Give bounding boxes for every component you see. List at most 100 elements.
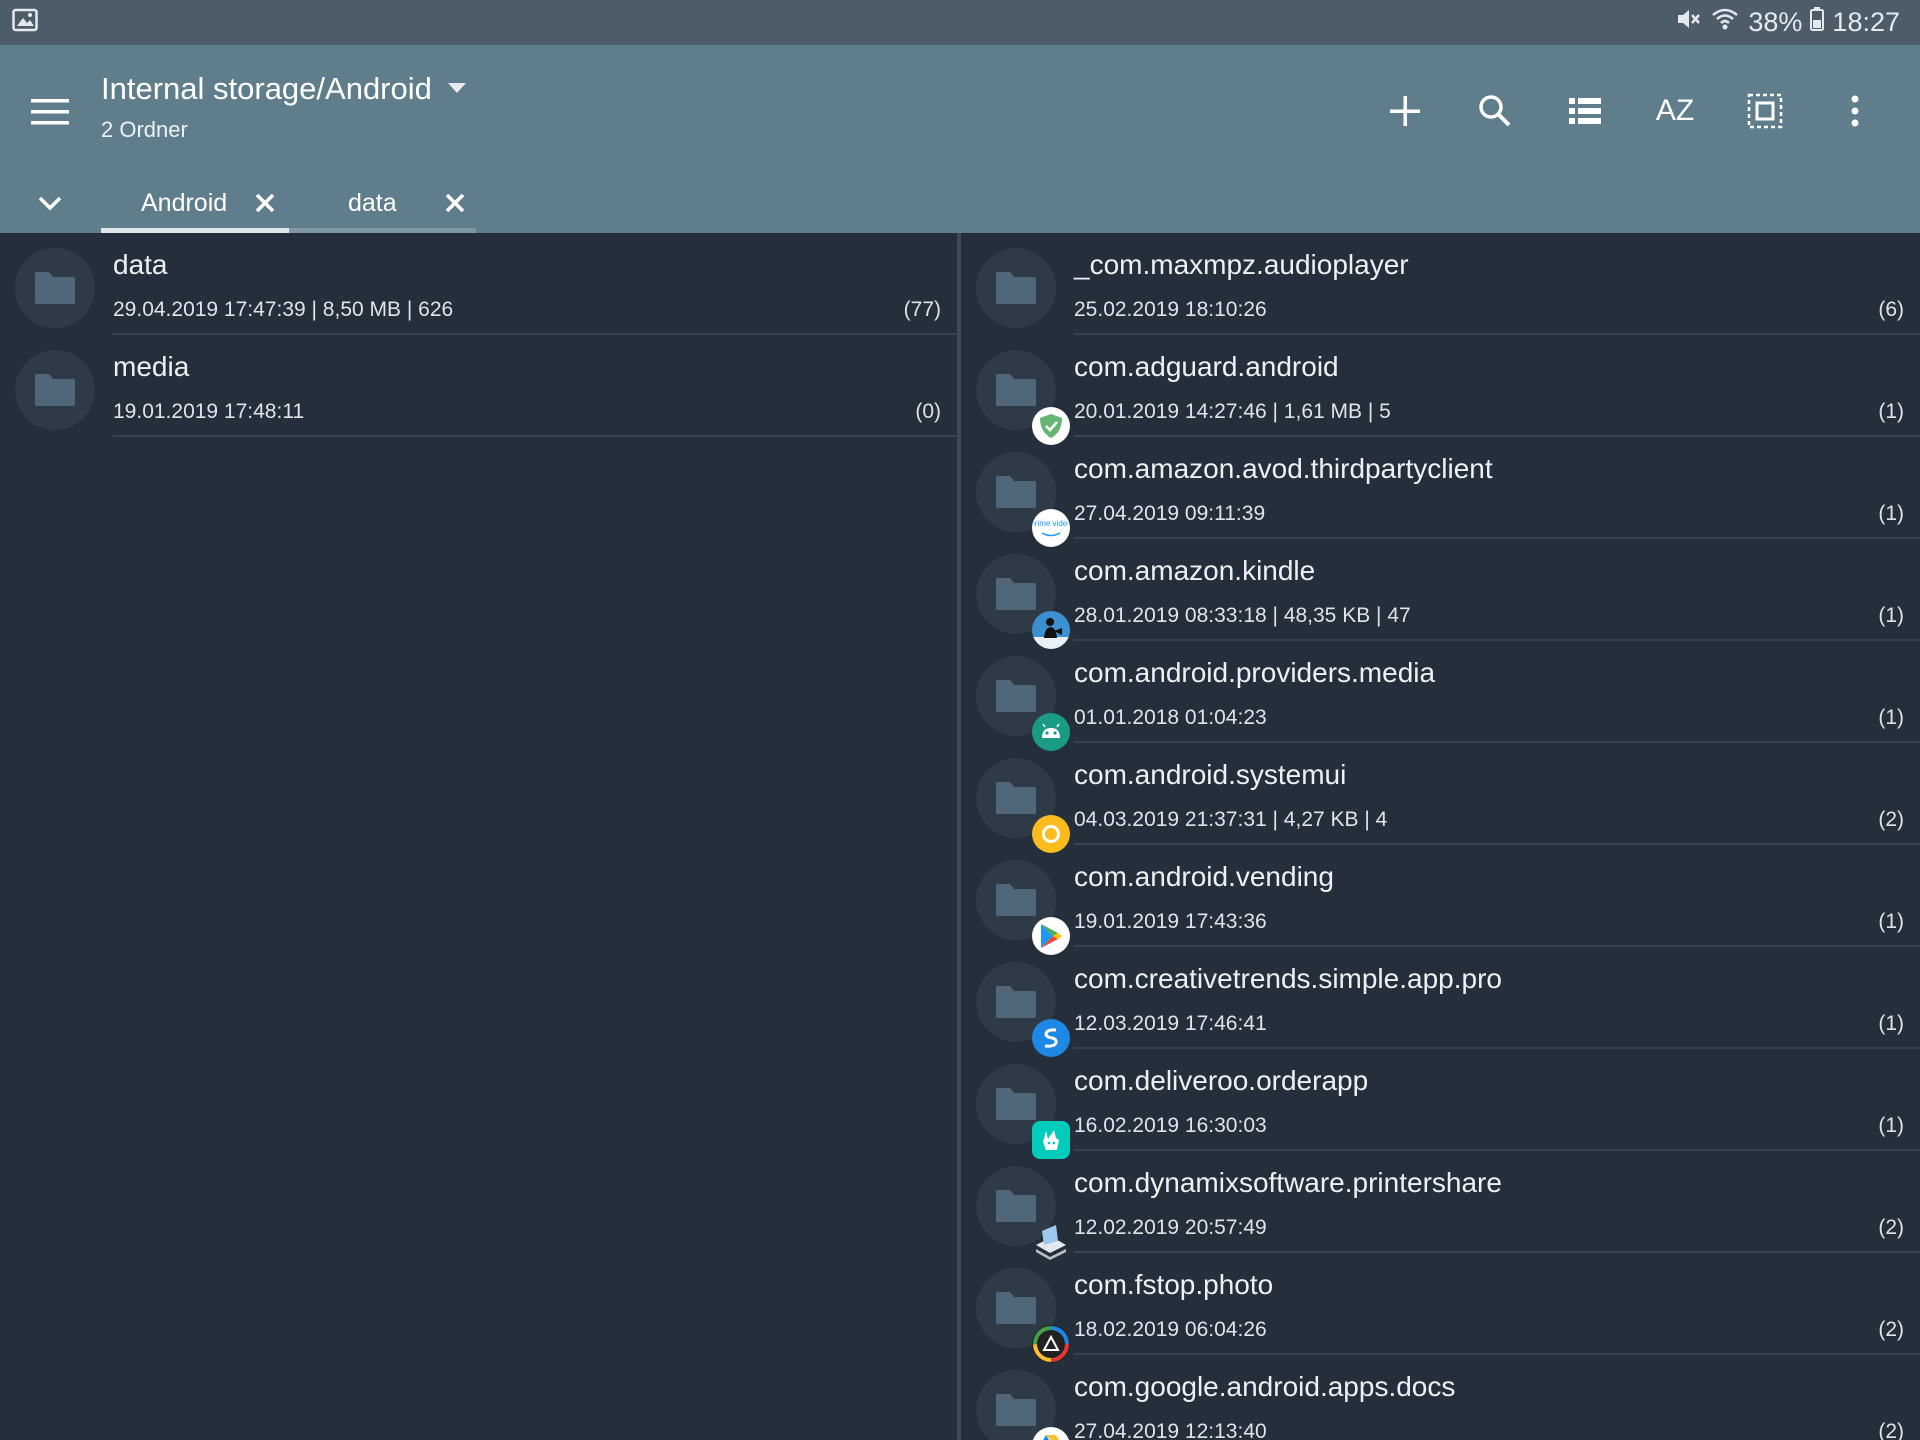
add-button[interactable] xyxy=(1360,81,1450,141)
item-count: (1) xyxy=(1878,1114,1904,1137)
sort-az-label: AZ xyxy=(1655,94,1695,127)
chevron-down-icon[interactable] xyxy=(32,185,68,221)
list-item[interactable]: com.amazon.kindle 28.01.2019 08:33:18 | … xyxy=(961,539,1920,649)
list-item[interactable]: com.dynamixsoftware.printershare 12.02.2… xyxy=(961,1151,1920,1260)
folder-icon[interactable] xyxy=(15,350,95,430)
list-item[interactable]: com.android.vending 19.01.2019 17:43:36 … xyxy=(961,845,1920,955)
folder-count: 2 Ordner xyxy=(101,117,188,142)
item-count: (2) xyxy=(1878,1420,1904,1440)
item-meta: 29.04.2019 17:47:39 | 8,50 MB | 626 xyxy=(113,298,454,321)
item-name: media xyxy=(113,351,190,382)
mute-icon xyxy=(1674,5,1702,40)
list-item[interactable]: com.android.systemui 04.03.2019 21:37:31… xyxy=(961,743,1920,853)
folder-icon[interactable] xyxy=(976,1268,1070,1363)
close-tab-icon[interactable] xyxy=(253,191,277,215)
divider xyxy=(113,435,957,437)
left-file-pane[interactable]: data 29.04.2019 17:47:39 | 8,50 MB | 626… xyxy=(0,233,957,1440)
search-button[interactable] xyxy=(1450,81,1540,141)
list-item[interactable]: com.creativetrends.simple.app.pro 12.03.… xyxy=(961,947,1920,1057)
select-all-button[interactable] xyxy=(1720,81,1810,141)
folder-icon[interactable] xyxy=(976,1166,1066,1260)
list-item[interactable]: com.google.android.apps.docs 27.04.2019 … xyxy=(961,1355,1920,1440)
item-name: data xyxy=(113,249,168,280)
item-count: (1) xyxy=(1878,502,1904,525)
item-meta: 01.01.2018 01:04:23 xyxy=(1074,706,1267,729)
list-item[interactable]: com.android.providers.media 01.01.2018 0… xyxy=(961,641,1920,751)
item-count: (2) xyxy=(1878,1318,1904,1341)
folder-icon[interactable] xyxy=(976,962,1070,1057)
item-name: com.google.android.apps.docs xyxy=(1074,1371,1456,1402)
item-count: (1) xyxy=(1878,604,1904,627)
tab-android[interactable]: Android xyxy=(101,173,289,233)
item-name: com.amazon.kindle xyxy=(1074,555,1316,586)
folder-icon[interactable] xyxy=(976,554,1070,649)
folder-icon[interactable] xyxy=(976,248,1056,328)
add-icon xyxy=(1390,96,1420,126)
item-name: com.deliveroo.orderapp xyxy=(1074,1065,1369,1096)
item-name: com.dynamixsoftware.printershare xyxy=(1074,1167,1502,1198)
item-count: (1) xyxy=(1878,706,1904,729)
item-name: com.adguard.android xyxy=(1074,351,1339,382)
app-bar: Internal storage/Android 2 Ordner AZ And… xyxy=(0,45,1920,233)
item-meta: 27.04.2019 09:11:39 xyxy=(1074,502,1266,525)
item-count: (2) xyxy=(1878,808,1904,831)
item-name: _com.maxmpz.audioplayer xyxy=(1074,249,1409,280)
gallery-icon xyxy=(12,8,38,37)
wifi-icon xyxy=(1710,6,1740,39)
folder-icon[interactable] xyxy=(976,1370,1070,1440)
item-meta: 18.02.2019 06:04:26 xyxy=(1074,1318,1267,1341)
list-item[interactable]: _com.maxmpz.audioplayer 25.02.2019 18:10… xyxy=(961,233,1920,335)
select-all-icon xyxy=(1747,93,1783,129)
folder-icon[interactable] xyxy=(976,350,1070,445)
list-item[interactable]: com.deliveroo.orderapp 16.02.2019 16:30:… xyxy=(961,1049,1920,1159)
google-drive-icon xyxy=(1032,1427,1070,1440)
folder-icon[interactable] xyxy=(976,1064,1070,1159)
item-meta: 19.01.2019 17:48:11 xyxy=(113,400,305,423)
list-item[interactable]: com.adguard.android 20.01.2019 14:27:46 … xyxy=(961,335,1920,445)
sort-button[interactable]: AZ xyxy=(1630,81,1720,141)
item-count: (1) xyxy=(1878,400,1904,423)
item-name: com.amazon.avod.thirdpartyclient xyxy=(1074,453,1493,484)
path-selector[interactable]: Internal storage/Android 2 Ordner xyxy=(101,71,468,143)
tab-bar: Android data xyxy=(0,173,1920,233)
tab-data[interactable]: data xyxy=(289,173,476,233)
item-meta: 12.02.2019 20:57:49 xyxy=(1074,1216,1267,1239)
item-name: com.android.vending xyxy=(1074,861,1334,892)
item-name: com.android.systemui xyxy=(1074,759,1347,790)
prime-video-logo-text: prime video xyxy=(1034,519,1068,528)
battery-percent: 38% xyxy=(1748,7,1803,37)
menu-icon[interactable] xyxy=(28,90,72,134)
list-item[interactable]: media 19.01.2019 17:48:11 (0) xyxy=(0,335,957,437)
clock: 18:27 xyxy=(1832,7,1900,37)
folder-icon[interactable] xyxy=(976,860,1070,955)
close-tab-icon[interactable] xyxy=(443,191,467,215)
item-count: (1) xyxy=(1878,1012,1904,1035)
view-mode-button[interactable] xyxy=(1540,81,1630,141)
item-meta: 12.03.2019 17:46:41 xyxy=(1074,1012,1267,1035)
item-meta: 27.04.2019 12:13:40 xyxy=(1074,1420,1267,1440)
status-bar: 38% 18:27 xyxy=(0,0,1920,45)
more-options-icon xyxy=(1851,95,1859,127)
folder-icon[interactable] xyxy=(15,248,95,328)
folder-icon[interactable] xyxy=(976,758,1070,853)
item-meta: 19.01.2019 17:43:36 xyxy=(1074,910,1267,933)
more-options-button[interactable] xyxy=(1810,81,1900,141)
list-item[interactable]: com.fstop.photo 18.02.2019 06:04:26 (2) xyxy=(961,1253,1920,1363)
item-meta: 04.03.2019 21:37:31 | 4,27 KB | 4 xyxy=(1074,808,1388,831)
battery-icon xyxy=(1810,7,1825,38)
page-title: Internal storage/Android xyxy=(101,71,432,106)
search-icon xyxy=(1479,95,1511,127)
folder-icon[interactable]: prime video xyxy=(976,452,1070,547)
folder-icon[interactable] xyxy=(976,656,1070,751)
item-meta: 28.01.2019 08:33:18 | 48,35 KB | 47 xyxy=(1074,604,1411,627)
item-name: com.creativetrends.simple.app.pro xyxy=(1074,963,1502,994)
item-meta: 25.02.2019 18:10:26 xyxy=(1074,298,1267,321)
right-file-pane[interactable]: _com.maxmpz.audioplayer 25.02.2019 18:10… xyxy=(961,233,1920,1440)
item-count: (0) xyxy=(915,400,941,423)
dropdown-arrow-icon[interactable] xyxy=(446,80,468,99)
item-count: (2) xyxy=(1878,1216,1904,1239)
list-view-icon xyxy=(1569,98,1601,124)
list-item[interactable]: data 29.04.2019 17:47:39 | 8,50 MB | 626… xyxy=(0,233,957,335)
item-count: (6) xyxy=(1878,298,1904,321)
list-item[interactable]: prime video com.amazon.avod.thirdpartycl… xyxy=(961,437,1920,547)
